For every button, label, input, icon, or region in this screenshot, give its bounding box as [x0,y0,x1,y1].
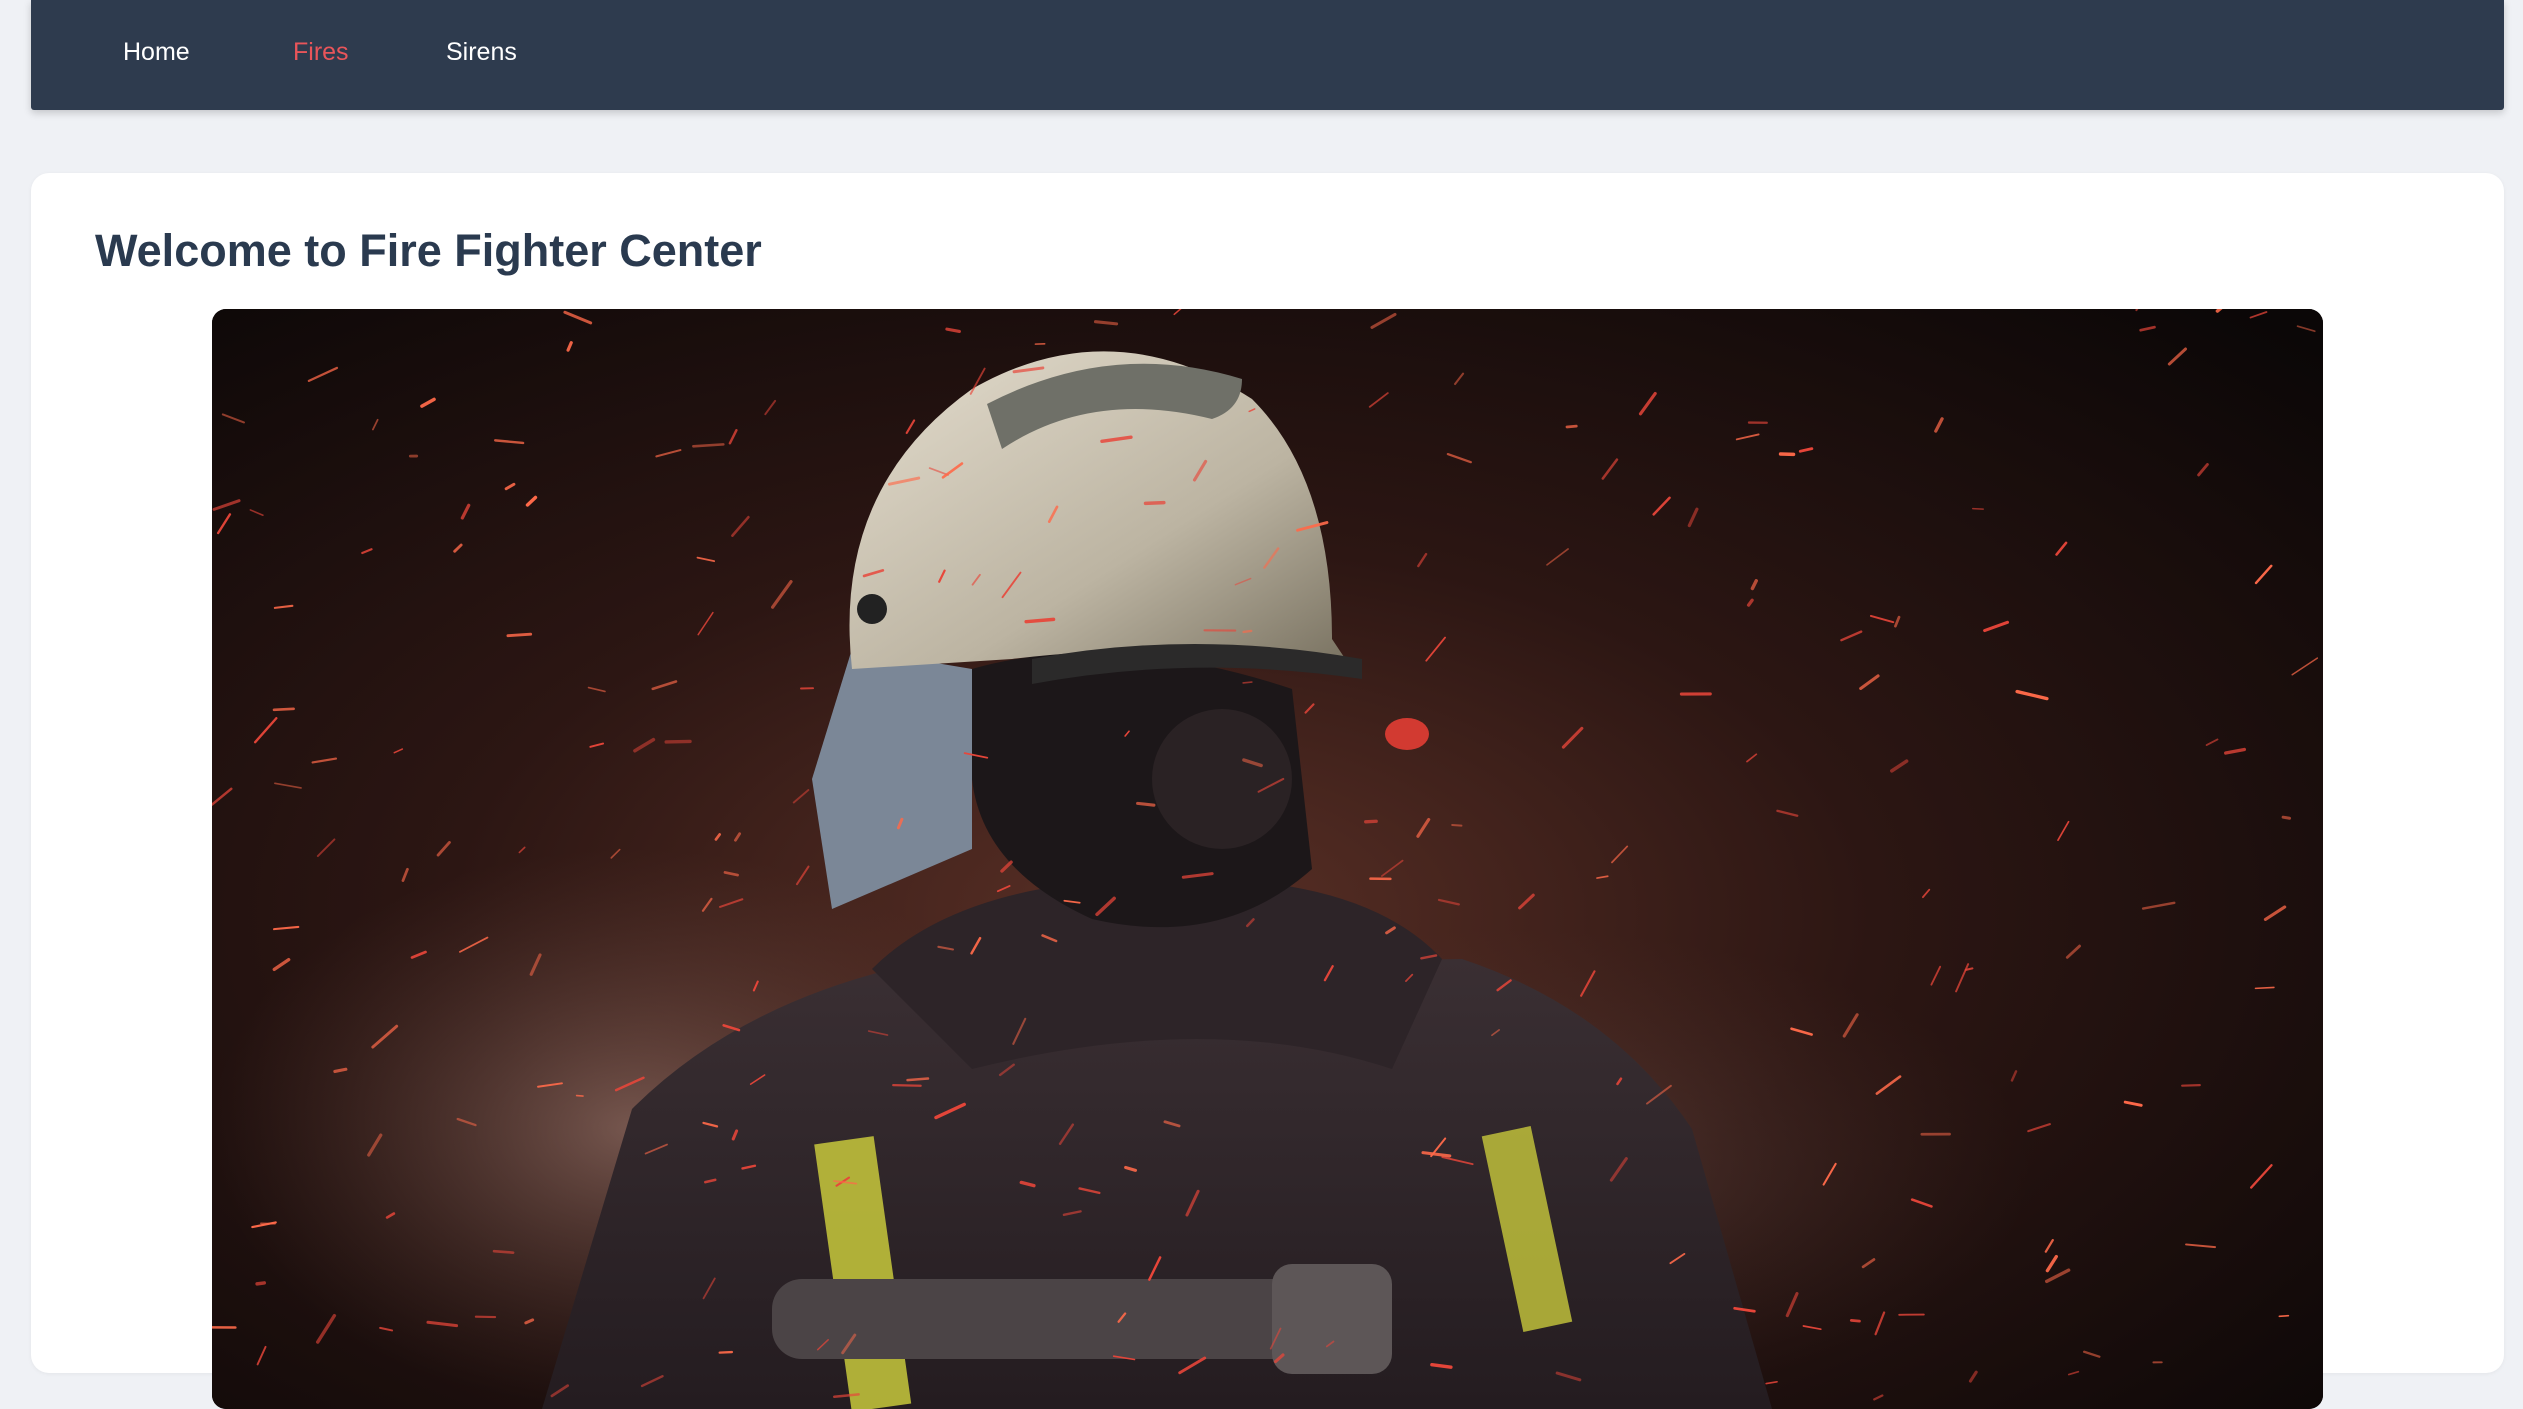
nav-link-sirens[interactable]: Sirens [446,38,517,67]
content-card: Welcome to Fire Fighter Center [31,173,2504,1373]
nav-link-home[interactable]: Home [123,38,190,67]
nav-link-fires[interactable]: Fires [293,38,349,67]
hero-image [212,309,2323,1409]
firefighter-illustration [212,309,2323,1409]
top-navbar: Home Fires Sirens [31,0,2504,110]
page-title: Welcome to Fire Fighter Center [95,225,762,277]
